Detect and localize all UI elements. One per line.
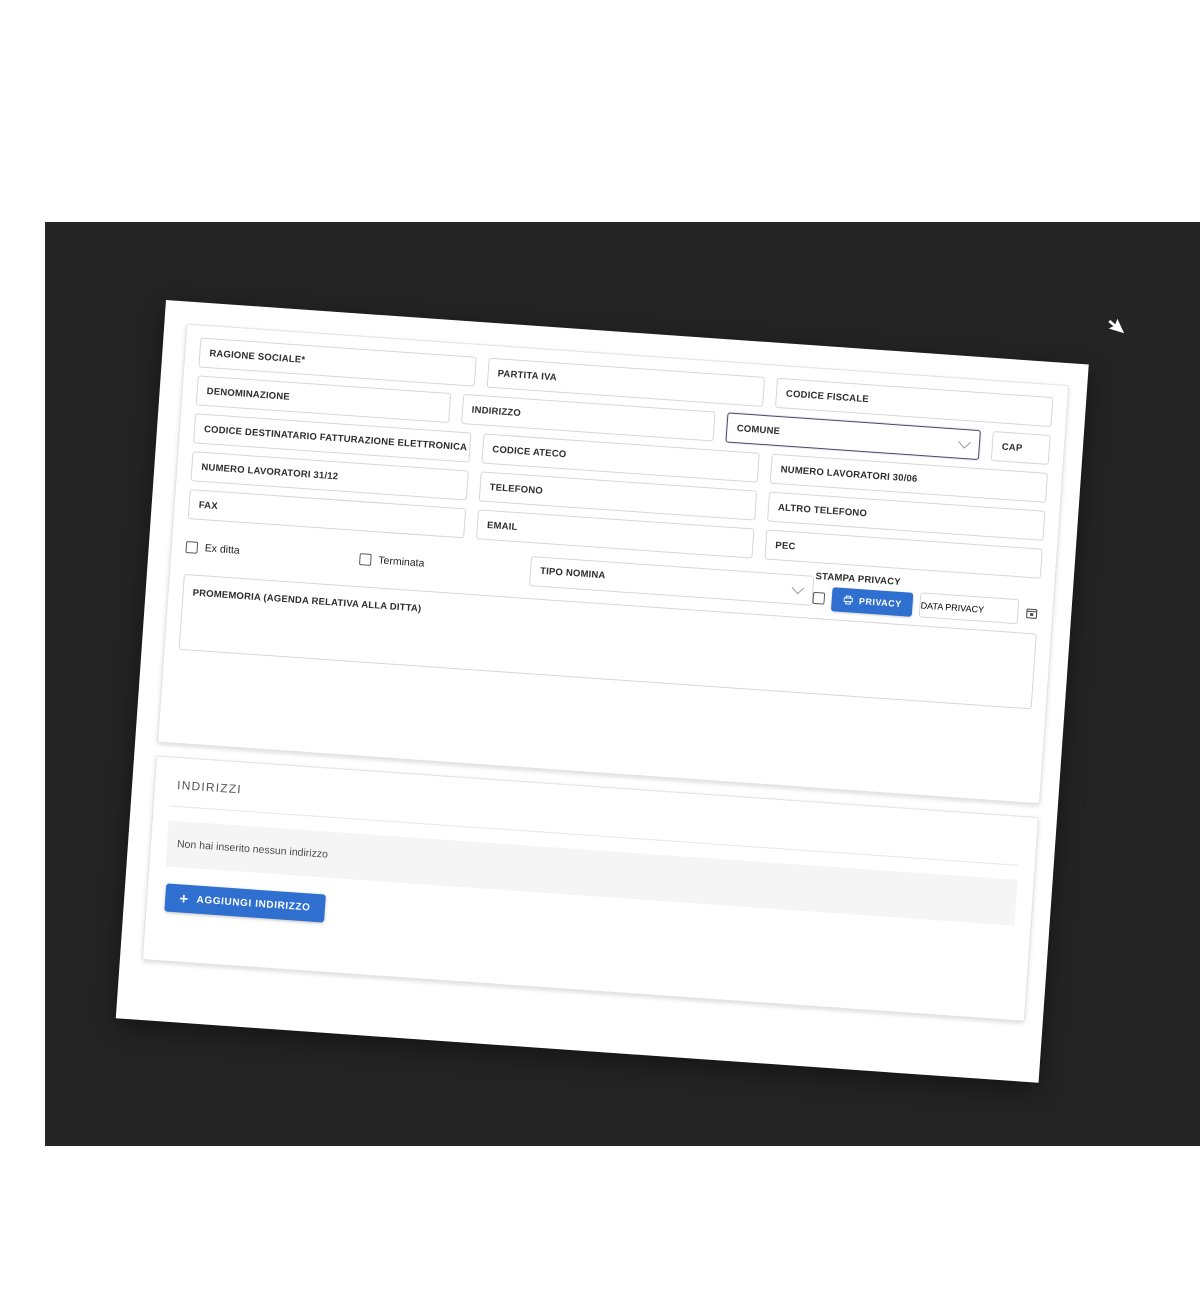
checkbox-ex-ditta[interactable]: Ex ditta <box>185 540 241 557</box>
printer-icon <box>843 595 854 605</box>
field-label: CODICE ATECO <box>492 443 567 460</box>
field-label: EMAIL <box>486 519 518 533</box>
field-label: CODICE FISCALE <box>785 387 870 405</box>
field-label: TIPO NOMINA <box>539 565 606 582</box>
form-grid: RAGIONE SOCIALE* PARTITA IVA CODICE FISC… <box>178 337 1054 710</box>
field-label: PARTITA IVA <box>497 367 558 383</box>
field-label: DATA PRIVACY <box>920 599 985 615</box>
field-label: INDIRIZZO <box>471 404 522 419</box>
chevron-down-icon <box>958 435 971 449</box>
field-label: DENOMINAZIONE <box>206 385 291 403</box>
checkbox-icon[interactable] <box>185 540 199 554</box>
checkbox-terminata[interactable]: Terminata <box>359 552 425 570</box>
field-label: COMUNE <box>736 422 781 437</box>
calendar-icon[interactable] <box>1025 605 1039 620</box>
aggiungi-indirizzo-label: AGGIUNGI INDIRIZZO <box>196 894 311 914</box>
privacy-button-label: PRIVACY <box>858 595 903 609</box>
field-label: ALTRO TELEFONO <box>777 501 868 519</box>
checkbox-label: Terminata <box>377 553 425 570</box>
anagrafica-form-card: RAGIONE SOCIALE* PARTITA IVA CODICE FISC… <box>157 323 1070 805</box>
checkbox-stampa-privacy[interactable] <box>812 591 826 605</box>
field-label: NUMERO LAVORATORI 31/12 <box>201 461 339 482</box>
plus-icon: + <box>178 889 190 908</box>
indirizzi-card: INDIRIZZI Non hai inserito nessun indiri… <box>141 755 1040 1022</box>
stampa-privacy-group: STAMPA PRIVACY PRIVACY DATA PRIVACY <box>812 571 1040 626</box>
indirizzi-empty-message: Non hai inserito nessun indirizzo <box>176 838 329 861</box>
field-label: PEC <box>775 539 796 552</box>
field-data-privacy[interactable]: DATA PRIVACY <box>918 592 1020 625</box>
browser-page-sheet: RAGIONE SOCIALE* PARTITA IVA CODICE FISC… <box>115 300 1089 1083</box>
field-label: NUMERO LAVORATORI 30/06 <box>780 463 918 485</box>
field-label: CAP <box>1001 441 1023 454</box>
field-label: RAGIONE SOCIALE* <box>209 347 306 366</box>
field-cap[interactable]: CAP <box>990 431 1051 465</box>
checkbox-label: Ex ditta <box>204 541 241 557</box>
select-tipo-nomina[interactable]: TIPO NOMINA <box>529 555 815 606</box>
rotated-page-wrapper: RAGIONE SOCIALE* PARTITA IVA CODICE FISC… <box>115 300 1089 1083</box>
field-label: FAX <box>198 499 219 512</box>
screenshot-stage: RAGIONE SOCIALE* PARTITA IVA CODICE FISC… <box>0 0 1200 1294</box>
privacy-button[interactable]: PRIVACY <box>831 586 914 617</box>
aggiungi-indirizzo-button[interactable]: + AGGIUNGI INDIRIZZO <box>164 883 326 923</box>
textarea-label: PROMEMORIA (AGENDA RELATIVA ALLA DITTA) <box>192 587 422 615</box>
chevron-down-icon <box>791 581 805 594</box>
field-label: TELEFONO <box>489 481 544 497</box>
field-label: CODICE DESTINATARIO FATTURAZIONE ELETTRO… <box>203 423 468 453</box>
checkbox-icon[interactable] <box>359 552 372 566</box>
